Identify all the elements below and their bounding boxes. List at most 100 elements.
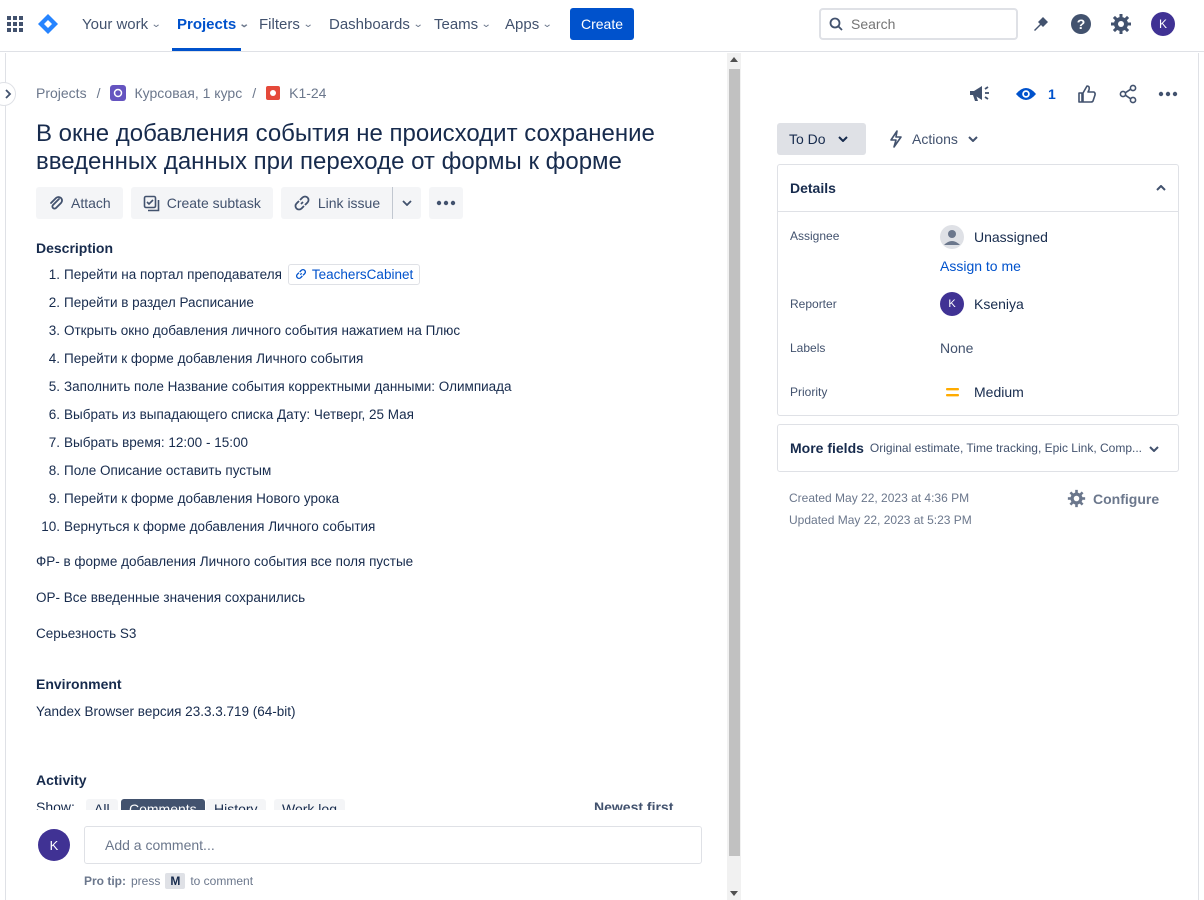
breadcrumb-projects[interactable]: Projects xyxy=(36,85,87,101)
pro-tip: Pro tip: press M to comment xyxy=(84,873,253,889)
priority-value[interactable]: Medium xyxy=(940,384,1024,400)
search-box[interactable] xyxy=(819,8,1018,40)
description-step: 5. Заполнить поле Название события коррек… xyxy=(36,372,512,400)
add-comment-input[interactable]: Add a comment... xyxy=(84,826,702,864)
reporter-name: Kseniya xyxy=(974,296,1024,312)
description-step: 3. Открыть окно добавления личного событи… xyxy=(36,316,512,344)
jira-logo-icon[interactable] xyxy=(36,12,60,36)
breadcrumb-issue-key[interactable]: K1-24 xyxy=(289,85,326,101)
watch-count: 1 xyxy=(1048,86,1056,102)
nav-apps[interactable]: Apps ⌄ xyxy=(505,16,553,33)
assignee-value[interactable]: Unassigned xyxy=(940,225,1048,249)
lightning-icon xyxy=(890,130,902,148)
description-steps[interactable]: 1. Перейти на портал преподавателя Teacher… xyxy=(36,260,512,540)
user-avatar[interactable]: K xyxy=(1151,12,1175,36)
top-navigation: Your work ⌄ Projects ⌄ Filters ⌄ Dashboards… xyxy=(0,0,1204,52)
created-date: Created May 22, 2023 at 4:36 PM xyxy=(789,491,970,505)
nav-teams[interactable]: Teams ⌄ xyxy=(434,16,492,33)
right-panel-scrollbar[interactable] xyxy=(1198,53,1204,900)
more-actions-button[interactable] xyxy=(429,187,464,219)
step-text: Перейти к форме добавления Личного событ… xyxy=(64,350,364,366)
nav-filters-label: Filters xyxy=(259,16,300,33)
nav-projects[interactable]: Projects ⌄ xyxy=(177,16,250,33)
help-icon[interactable]: ? xyxy=(1069,12,1093,36)
more-options-icon[interactable] xyxy=(1158,82,1178,106)
environment-heading: Environment xyxy=(36,676,122,692)
more-fields-hint: Original estimate, Time tracking, Epic L… xyxy=(869,441,1143,455)
labels-value[interactable]: None xyxy=(940,340,973,356)
link-issue-dropdown[interactable] xyxy=(392,187,422,219)
scroll-up-arrow[interactable] xyxy=(730,57,738,62)
svg-text:?: ? xyxy=(1077,16,1086,32)
step-text: Перейти в раздел Расписание xyxy=(64,294,254,310)
step-number: 1. xyxy=(48,266,60,282)
description-heading: Description xyxy=(36,240,114,256)
step-number: 9. xyxy=(48,490,60,506)
chevron-down-icon xyxy=(968,136,978,142)
create-subtask-button[interactable]: Create subtask xyxy=(130,187,273,219)
expand-sidebar-button[interactable] xyxy=(0,82,16,106)
nav-filters[interactable]: Filters ⌄ xyxy=(259,16,314,33)
search-icon xyxy=(829,17,843,31)
chevron-down-icon: ⌄ xyxy=(302,19,314,30)
priority-name: Medium xyxy=(974,384,1024,400)
main-scrollbar[interactable] xyxy=(727,53,741,900)
activity-heading: Activity xyxy=(36,772,87,788)
step-text: Поле Описание оставить пустым xyxy=(64,462,272,478)
search-input[interactable] xyxy=(851,16,1001,32)
expected-result-text: ОР- Все введенные значения сохранились xyxy=(36,590,306,605)
status-dropdown[interactable]: To Do xyxy=(777,123,866,155)
notifications-icon[interactable] xyxy=(1029,12,1053,36)
app-switcher-icon[interactable] xyxy=(3,12,27,36)
step-text: Выбрать время: 12:00 - 15:00 xyxy=(64,434,248,450)
filter-worklog[interactable]: Work log xyxy=(274,799,345,810)
filter-history[interactable]: History xyxy=(206,799,266,810)
link-issue-label: Link issue xyxy=(317,195,381,211)
nav-projects-label: Projects xyxy=(177,16,237,33)
smart-link-label: TeachersCabinet xyxy=(311,266,414,282)
actions-dropdown[interactable]: Actions xyxy=(888,123,978,155)
share-icon[interactable] xyxy=(1118,82,1138,106)
watch-button[interactable]: 1 xyxy=(1015,82,1056,106)
sort-newest-first[interactable]: Newest first xyxy=(594,799,673,810)
assign-to-me-link[interactable]: Assign to me xyxy=(940,258,1021,274)
nav-dashboards[interactable]: Dashboards ⌄ xyxy=(329,16,424,33)
configure-button[interactable]: Configure xyxy=(1067,489,1159,508)
details-panel: Details Assignee Unassigned Assign to me… xyxy=(777,164,1179,416)
more-fields-panel[interactable]: More fields Original estimate, Time trac… xyxy=(777,424,1179,472)
show-label: Show: xyxy=(36,799,75,810)
description-step: 1. Перейти на портал преподавателя Teacher… xyxy=(36,260,512,288)
severity-text: Серьезность S3 xyxy=(36,626,137,641)
feedback-icon[interactable] xyxy=(968,82,990,106)
filter-comments[interactable]: Comments xyxy=(121,799,205,810)
link-issue-button[interactable]: Link issue xyxy=(280,187,393,219)
create-button[interactable]: Create xyxy=(570,8,634,40)
scroll-down-arrow[interactable] xyxy=(730,891,738,896)
gear-icon xyxy=(1067,489,1086,508)
attach-button[interactable]: Attach xyxy=(36,187,123,219)
chevron-down-icon: ⌄ xyxy=(238,19,250,30)
environment-value[interactable]: Yandex Browser версия 23.3.3.719 (64-bit… xyxy=(36,704,296,719)
step-number: 2. xyxy=(48,294,60,310)
attach-label: Attach xyxy=(71,195,111,211)
reporter-value[interactable]: K Kseniya xyxy=(940,292,1024,316)
filter-all[interactable]: All xyxy=(86,799,118,810)
more-fields-label: More fields xyxy=(790,440,864,456)
chevron-up-icon xyxy=(1156,185,1166,191)
link-icon xyxy=(295,269,306,279)
status-label: To Do xyxy=(789,131,826,147)
chevron-right-icon xyxy=(4,89,11,99)
bug-icon xyxy=(266,86,281,100)
step-number: 3. xyxy=(48,322,60,338)
project-icon xyxy=(110,85,127,101)
breadcrumb-project[interactable]: Курсовая, 1 курс xyxy=(134,85,242,101)
details-header[interactable]: Details xyxy=(778,165,1178,212)
settings-gear-icon[interactable] xyxy=(1109,12,1133,36)
nav-your-work[interactable]: Your work ⌄ xyxy=(82,16,162,33)
smart-link[interactable]: TeachersCabinet xyxy=(287,263,421,285)
issue-title[interactable]: В окне добавления события не происходит … xyxy=(36,120,716,176)
pro-tip-suffix: to comment xyxy=(190,874,254,888)
like-icon[interactable] xyxy=(1077,82,1097,106)
scrollbar-thumb[interactable] xyxy=(729,69,740,856)
chevron-down-icon xyxy=(837,136,848,142)
